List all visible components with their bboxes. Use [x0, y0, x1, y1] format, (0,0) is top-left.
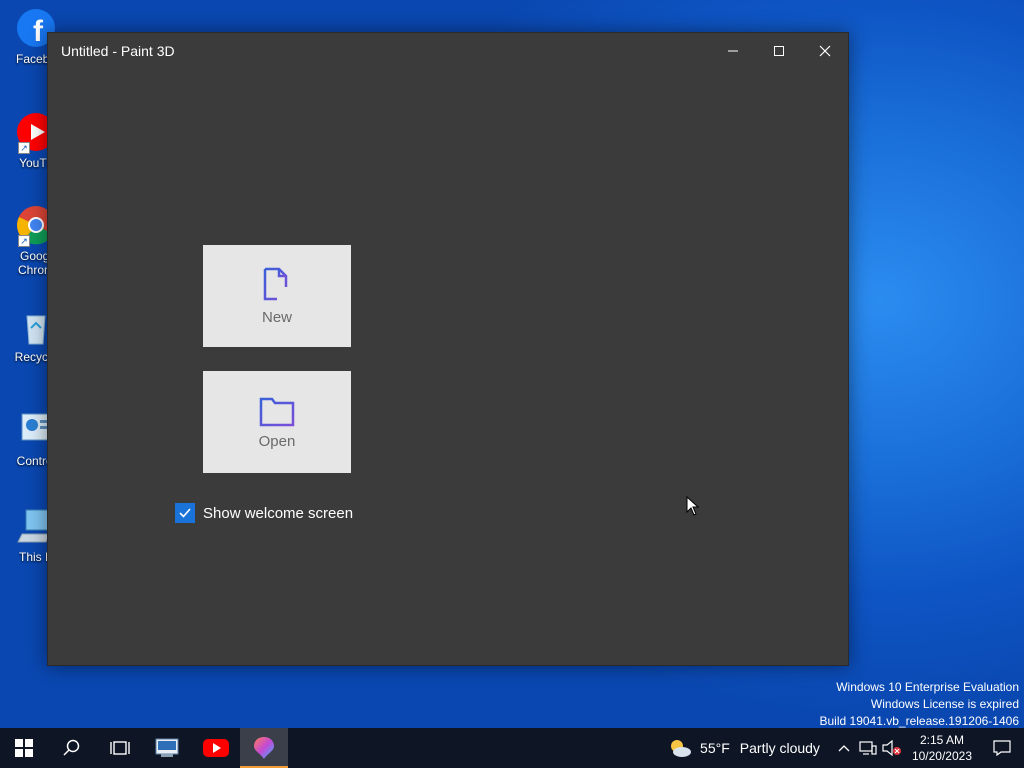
task-view-icon	[110, 741, 130, 755]
clock-time: 2:15 AM	[919, 733, 964, 747]
weather-widget[interactable]: 55°F Partly cloudy	[667, 737, 820, 759]
open-label: Open	[258, 432, 296, 450]
taskbar-app-paint3d[interactable]	[240, 728, 288, 768]
system-tray: 55°F Partly cloudy 2:15 AM 10/20/2023	[667, 728, 1024, 768]
maximize-icon	[774, 46, 784, 56]
checkmark-icon	[179, 508, 191, 518]
network-icon	[859, 741, 877, 755]
network-tray-button[interactable]	[856, 728, 880, 768]
open-button[interactable]: Open	[203, 371, 351, 473]
window-title: Untitled - Paint 3D	[61, 43, 175, 59]
folder-icon	[259, 397, 295, 426]
show-hidden-icons-button[interactable]	[832, 728, 856, 768]
weather-description: Partly cloudy	[739, 740, 820, 756]
new-button[interactable]: New	[203, 245, 351, 347]
windows-watermark: Windows 10 Enterprise Evaluation Windows…	[820, 679, 1020, 730]
clock-date: 10/20/2023	[911, 749, 972, 763]
youtube-icon	[203, 739, 229, 757]
partly-cloudy-icon	[671, 740, 692, 757]
chevron-up-icon	[838, 745, 850, 752]
weather-temperature: 55°F	[700, 740, 730, 756]
action-center-button[interactable]	[980, 728, 1024, 768]
show-welcome-checkbox[interactable]	[175, 503, 195, 523]
mouse-cursor-icon	[686, 495, 700, 521]
new-label: New	[261, 308, 292, 326]
taskbar-app-network[interactable]	[144, 728, 192, 768]
watermark-line: Windows License is expired	[870, 697, 1019, 711]
taskbar: 55°F Partly cloudy 2:15 AM 10/20/2023	[0, 728, 1024, 768]
clock[interactable]: 2:15 AM 10/20/2023	[912, 732, 972, 764]
show-welcome-label: Show welcome screen	[203, 504, 354, 522]
volume-muted-icon	[882, 740, 901, 756]
close-button[interactable]	[802, 33, 848, 69]
title-bar[interactable]: Untitled - Paint 3D	[48, 33, 848, 69]
volume-button[interactable]	[880, 728, 904, 768]
minimize-button[interactable]	[710, 33, 756, 69]
start-button[interactable]	[0, 728, 48, 768]
search-icon	[63, 739, 80, 756]
minimize-icon	[728, 50, 738, 52]
notification-icon	[993, 740, 1011, 756]
maximize-button[interactable]	[756, 33, 802, 69]
show-welcome-row[interactable]: Show welcome screen	[175, 503, 353, 523]
taskbar-app-youtube[interactable]	[192, 728, 240, 768]
search-button[interactable]	[48, 728, 96, 768]
shortcut-arrow-icon: ↗	[18, 142, 30, 154]
watermark-line: Windows 10 Enterprise Evaluation	[836, 680, 1019, 694]
paint3d-icon	[254, 737, 274, 759]
svg-text:f: f	[33, 15, 44, 48]
shortcut-arrow-icon: ↗	[18, 235, 30, 247]
new-file-icon	[263, 267, 290, 301]
network-app-icon	[155, 738, 179, 757]
task-view-button[interactable]	[96, 728, 144, 768]
close-icon	[819, 45, 831, 57]
windows-logo-icon	[15, 739, 33, 757]
paint3d-window: Untitled - Paint 3D New Open Show welcom…	[47, 32, 849, 666]
